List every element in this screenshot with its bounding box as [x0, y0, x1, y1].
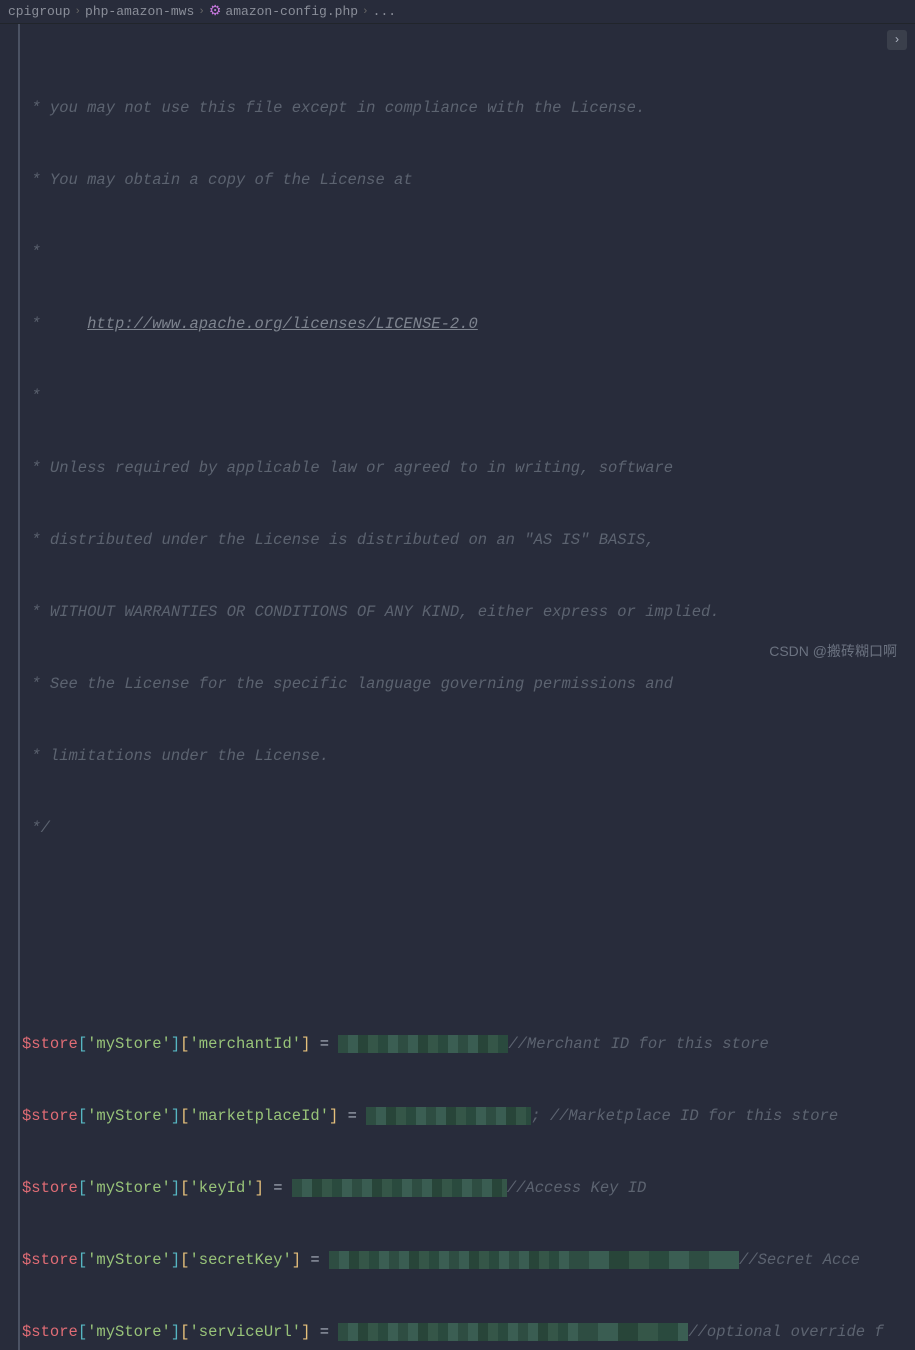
comment-text: * Unless required by applicable law or a…	[22, 456, 673, 480]
comment-text: *	[22, 240, 41, 264]
redacted-value	[366, 1107, 531, 1125]
code-line: $store['myStore']['keyId'] = //Access Ke…	[22, 1176, 915, 1200]
code-line: $store['myStore']['secretKey'] = //Secre…	[22, 1248, 915, 1272]
watermark-text: CSDN @搬砖糊口啊	[769, 641, 897, 661]
indent-guide	[18, 24, 20, 1350]
redacted-value	[338, 1035, 508, 1053]
breadcrumb-item[interactable]: cpigroup	[8, 4, 70, 19]
breadcrumb: cpigroup › php-amazon-mws › ⚙amazon-conf…	[0, 0, 915, 24]
code-line: $store['myStore']['serviceUrl'] = //opti…	[22, 1320, 915, 1344]
chevron-right-icon: ›	[198, 6, 205, 18]
comment-text: * WITHOUT WARRANTIES OR CONDITIONS OF AN…	[22, 600, 720, 624]
code-editor[interactable]: * you may not use this file except in co…	[0, 24, 915, 1350]
license-url-link[interactable]: http://www.apache.org/licenses/LICENSE-2…	[87, 312, 478, 336]
comment-text: */	[22, 816, 50, 840]
comment-text: * limitations under the License.	[22, 744, 329, 768]
comment-text: *	[22, 312, 87, 336]
comment-text: * You may obtain a copy of the License a…	[22, 168, 413, 192]
php-class-icon: ⚙	[209, 3, 222, 20]
comment-text: * See the License for the specific langu…	[22, 672, 673, 696]
code-line: $store['myStore']['marketplaceId'] = ; /…	[22, 1104, 915, 1128]
redacted-value	[292, 1179, 507, 1197]
redacted-value	[338, 1323, 688, 1341]
comment-text: *	[22, 384, 41, 408]
code-line: $store['myStore']['merchantId'] = //Merc…	[22, 1032, 915, 1056]
breadcrumb-item[interactable]: ⚙amazon-config.php	[209, 3, 358, 20]
comment-text: * distributed under the License is distr…	[22, 528, 655, 552]
breadcrumb-item[interactable]: ...	[373, 4, 396, 19]
breadcrumb-item[interactable]: php-amazon-mws	[85, 4, 194, 19]
chevron-right-icon: ›	[74, 6, 81, 18]
comment-text: * you may not use this file except in co…	[22, 96, 645, 120]
redacted-value	[329, 1251, 739, 1269]
chevron-right-icon: ›	[362, 6, 369, 18]
